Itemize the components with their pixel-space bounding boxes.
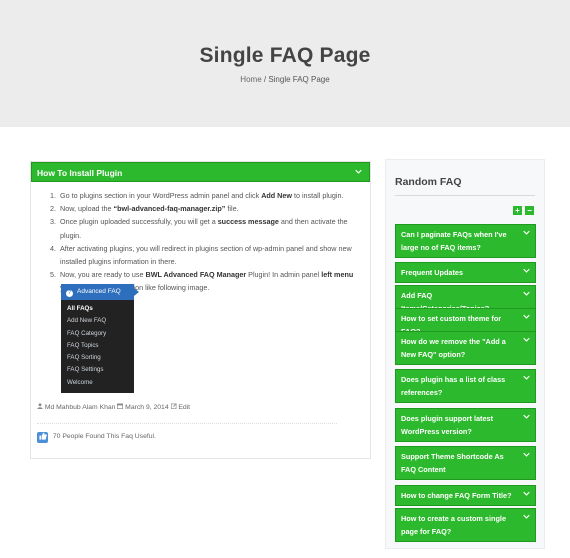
- question-icon: ?: [66, 290, 73, 297]
- step-text: Plugin! In admin panel: [246, 270, 322, 280]
- step-number: 2.: [50, 204, 56, 214]
- admin-menu-item: Add New FAQ: [67, 317, 107, 325]
- admin-menu-item: FAQ Settings: [67, 366, 104, 374]
- page-title: Single FAQ Page: [199, 44, 371, 67]
- chevron-down-icon[interactable]: [355, 167, 362, 177]
- faq-question-item[interactable]: Does plugin has a list of class referenc…: [395, 369, 536, 403]
- breadcrumb-current: Single FAQ Page: [268, 75, 330, 84]
- step-emphasis: BWL Advanced FAQ Manager: [145, 270, 247, 280]
- step-text: Once plugin uploaded successfully, you w…: [60, 217, 218, 227]
- admin-menu-title: Advanced FAQ: [77, 288, 121, 295]
- pointer-arrow-icon: [134, 288, 139, 296]
- list-item: 3. Once plugin uploaded successfully, yo…: [48, 215, 364, 241]
- step-text: Go to plugins section in your WordPress …: [60, 191, 262, 200]
- faq-question-label: How to create a custom single page for F…: [401, 514, 507, 536]
- useful-text: 70 People Found This Faq Useful.: [52, 433, 156, 440]
- chevron-down-icon: [523, 312, 530, 325]
- author-name[interactable]: Md Mahbub Alam Khan: [45, 404, 116, 411]
- faq-question-label: Does plugin support latest WordPress ver…: [401, 414, 494, 436]
- step-text: file.: [225, 204, 239, 214]
- faq-question-label: Can I paginate FAQs when I've large no o…: [401, 230, 507, 252]
- step-text: to install plugin.: [291, 191, 344, 200]
- post-date: March 9, 2014: [125, 404, 169, 411]
- faq-question-item[interactable]: Can I paginate FAQs when I've large no o…: [395, 224, 536, 258]
- list-item: 4. After activating plugins, you will re…: [48, 242, 364, 268]
- faq-title: How To Install Plugin: [37, 168, 123, 178]
- chevron-down-icon: [523, 412, 530, 425]
- faq-question-item[interactable]: How to change FAQ Form Title?: [395, 485, 536, 506]
- chevron-down-icon: [523, 335, 530, 348]
- useful-count: 70 People Found This Faq Useful.: [37, 432, 156, 443]
- admin-menu-item: All FAQs: [67, 305, 93, 312]
- user-icon: [37, 403, 45, 411]
- divider: [37, 423, 337, 424]
- step-emphasis: success message: [217, 217, 279, 227]
- chevron-down-icon: [523, 228, 530, 241]
- admin-menu-item: FAQ Sorting: [67, 354, 101, 362]
- faq-question-label: Frequent Updates: [401, 268, 464, 277]
- faq-question-item[interactable]: Frequent Updates: [395, 262, 536, 283]
- step-number: 1.: [50, 191, 56, 200]
- faq-question-label: Support Theme Shortcode As FAQ Content: [401, 452, 504, 474]
- breadcrumb-home-link[interactable]: Home: [240, 75, 261, 84]
- faq-question-label: Does plugin has a list of class referenc…: [401, 375, 506, 397]
- faq-question-label: How do we remove the "Add a New FAQ" opt…: [401, 337, 506, 359]
- step-text: Now, you are ready to use: [60, 270, 146, 280]
- random-faq-widget: Random FAQ + − Can I paginate FAQs when …: [385, 159, 545, 549]
- collapse-all-button[interactable]: −: [525, 206, 534, 215]
- thumbs-up-icon[interactable]: [37, 432, 48, 443]
- admin-menu-item: FAQ Topics: [67, 341, 99, 349]
- list-item: 1. Go to plugins section in your WordPre…: [48, 189, 364, 202]
- chevron-down-icon: [523, 489, 530, 502]
- chevron-down-icon: [523, 512, 530, 525]
- admin-menu-image: ? Advanced FAQ All FAQs Add New FAQ FAQ C…: [61, 284, 139, 393]
- faq-question-item[interactable]: Support Theme Shortcode As FAQ Content: [395, 446, 536, 480]
- chevron-down-icon: [523, 289, 530, 302]
- chevron-down-icon: [523, 373, 530, 386]
- step-number: 3.: [50, 217, 56, 227]
- admin-menu-item: FAQ Category: [67, 329, 107, 337]
- install-steps-list: 1. Go to plugins section in your WordPre…: [48, 189, 364, 295]
- admin-menu-item: Welcome: [67, 378, 93, 386]
- step-number: 4.: [50, 243, 56, 253]
- page-header: Single FAQ Page Home / Single FAQ Page: [0, 0, 570, 127]
- widget-title: Random FAQ: [395, 176, 462, 188]
- calendar-icon: [117, 403, 125, 411]
- step-number: 5.: [50, 270, 56, 280]
- faq-question-label: How to change FAQ Form Title?: [401, 491, 512, 500]
- step-text: After activating plugins, you will redir…: [60, 243, 352, 267]
- divider: [395, 195, 535, 196]
- faq-question-item[interactable]: Does plugin support latest WordPress ver…: [395, 408, 536, 442]
- step-emphasis: “bwl-advanced-faq-manager.zip”: [113, 204, 226, 214]
- faq-title-bar[interactable]: How To Install Plugin: [31, 162, 370, 182]
- faq-meta: Md Mahbub Alam Khan March 9, 2014 Edit: [37, 403, 190, 411]
- expand-all-button[interactable]: +: [513, 206, 522, 215]
- list-item: 2. Now, upload the “bwl-advanced-faq-man…: [48, 202, 364, 215]
- edit-link[interactable]: Edit: [178, 404, 190, 411]
- step-emphasis: left menu: [321, 270, 354, 280]
- chevron-down-icon: [523, 450, 530, 463]
- chevron-down-icon: [523, 266, 530, 279]
- step-emphasis: Add New: [261, 191, 292, 200]
- faq-question-item[interactable]: How do we remove the "Add a New FAQ" opt…: [395, 331, 536, 365]
- admin-menu-header: ? Advanced FAQ: [61, 284, 139, 300]
- breadcrumb: Home / Single FAQ Page: [0, 75, 570, 84]
- step-text: Now, upload the: [60, 204, 114, 214]
- faq-question-item[interactable]: How to create a custom single page for F…: [395, 508, 536, 542]
